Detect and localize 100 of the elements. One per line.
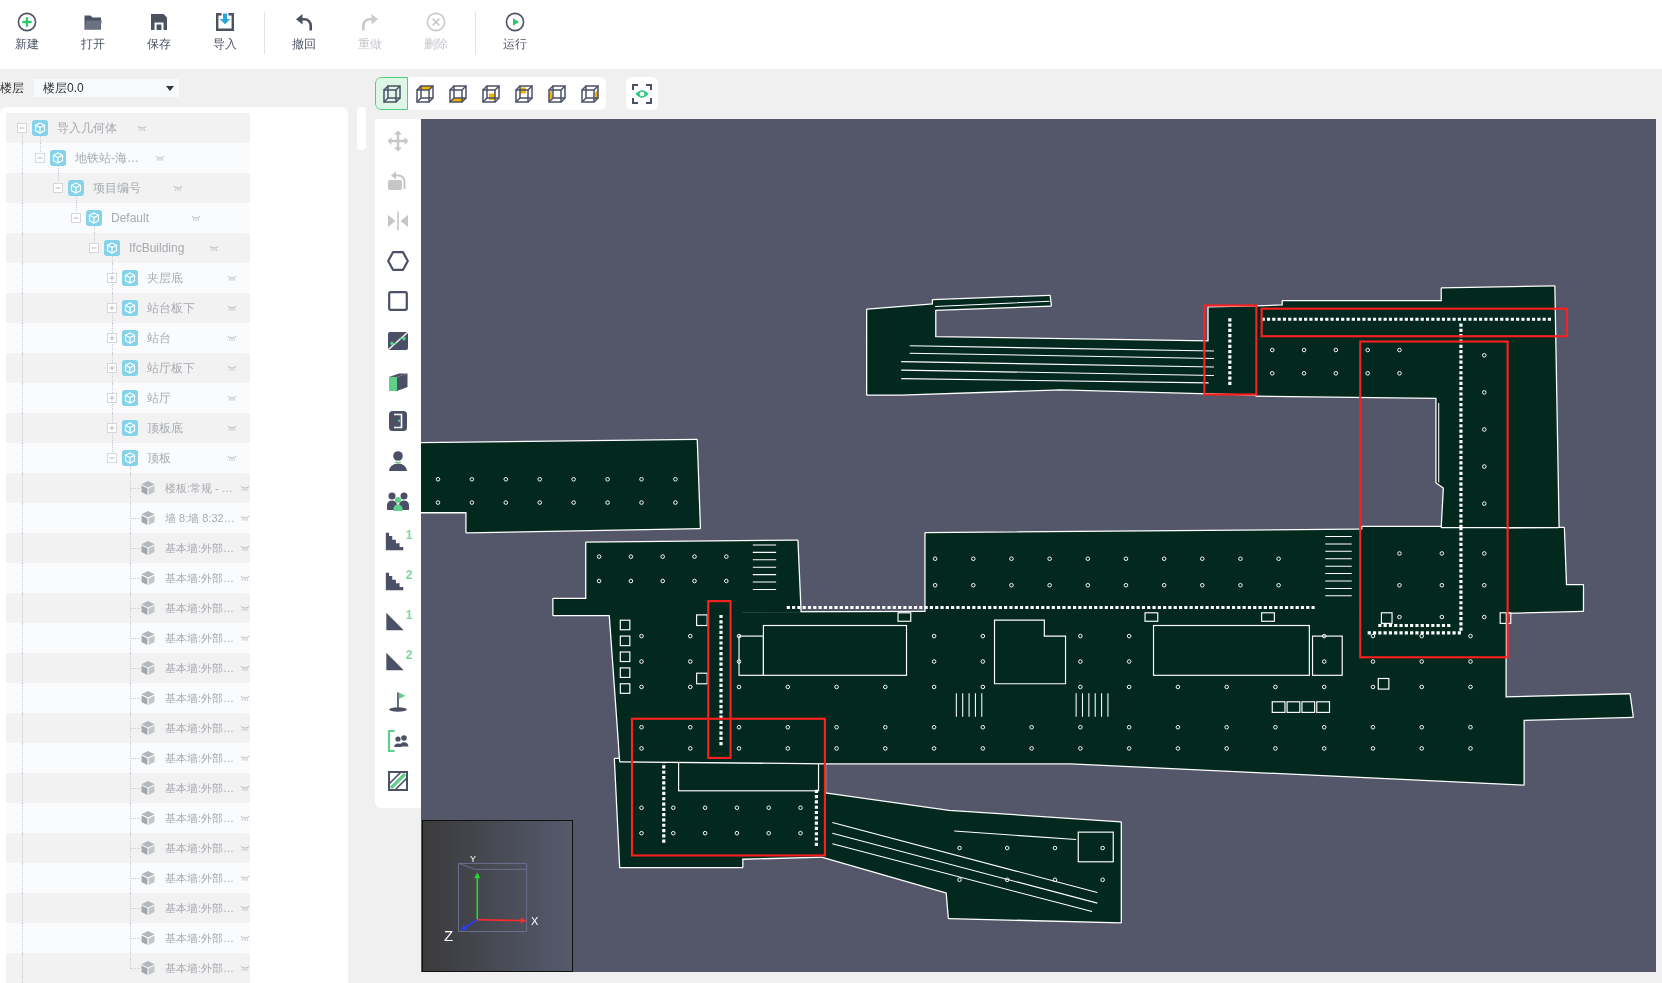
import-button[interactable]: 导入 [198,12,252,51]
closed-eye-icon[interactable] [227,395,237,401]
expand-toggle-icon[interactable] [107,333,117,343]
closed-eye-icon[interactable] [227,305,237,311]
closed-eye-icon[interactable] [240,755,250,761]
closed-eye-icon[interactable] [227,425,237,431]
expand-toggle-icon[interactable] [107,273,117,283]
tree-item-label[interactable]: 基本墙:外部… [165,929,237,947]
closed-eye-icon[interactable] [240,665,250,671]
hatched-square-icon [386,769,410,793]
expand-toggle-icon[interactable] [107,423,117,433]
closed-eye-icon[interactable] [155,155,165,161]
expand-toggle-icon[interactable] [107,303,117,313]
tree-item-label[interactable]: 顶板底 [147,419,224,437]
tree-item-label[interactable]: 基本墙:外部… [165,539,237,557]
tree-item-label[interactable]: 站台板下 [147,299,224,317]
tree-item-label[interactable]: 基本墙:外部… [165,899,237,917]
closed-eye-icon[interactable] [240,875,250,881]
3d-viewport[interactable]: X Y Z [421,119,1656,972]
ramp-tool-button[interactable]: 1 [380,609,416,633]
stairs-icon [383,570,406,592]
closed-eye-icon[interactable] [240,845,250,851]
tree-item-label[interactable]: 基本墙:外部… [165,839,237,857]
focus-view-button[interactable] [626,77,658,110]
hexagon-icon [386,249,410,273]
collapse-toggle-icon[interactable] [89,243,99,253]
closed-eye-icon[interactable] [240,635,250,641]
tree-item-label[interactable]: 基本墙:外部… [165,629,237,647]
cube-tile-icon [122,390,138,406]
cube-tile-icon [86,210,102,226]
closed-eye-icon[interactable] [209,245,219,251]
tree-item-label[interactable]: 基本墙:外部… [165,749,237,767]
collapse-toggle-icon[interactable] [53,183,63,193]
tree-item-label[interactable]: 基本墙:外部… [165,809,237,827]
tree-item-label[interactable]: Default [111,209,188,227]
closed-eye-icon[interactable] [240,695,250,701]
tree-item-label[interactable]: 导入几何体 [57,119,134,137]
tree-item-label[interactable]: 基本墙:外部… [165,869,237,887]
tree-item-label[interactable]: 楼板:常规 - … [165,479,237,497]
wireframe-cube-icon [479,82,502,105]
new-button[interactable]: 新建 [0,12,54,51]
expand-toggle-icon[interactable] [107,393,117,403]
undo-button[interactable]: 撤回 [277,12,331,51]
tree-item-label[interactable]: 基本墙:外部… [165,689,237,707]
stairs-tool-button[interactable]: 1 [380,529,416,553]
tree-item-label[interactable]: 站台 [147,329,224,347]
floor-select[interactable]: 楼层0.0 [34,79,179,97]
closed-eye-icon[interactable] [240,575,250,581]
closed-eye-icon[interactable] [227,365,237,371]
tree-item-label[interactable]: 地铁站-海… [75,149,152,167]
tree-item-label[interactable]: 项目编号 [93,179,170,197]
collapse-toggle-icon[interactable] [35,153,45,163]
closed-eye-icon[interactable] [240,545,250,551]
collapse-toggle-icon[interactable] [71,213,81,223]
stairs-tool-button[interactable]: 2 [380,569,416,593]
axis-label: X [531,916,539,927]
closed-eye-icon[interactable] [240,905,250,911]
closed-eye-icon[interactable] [240,785,250,791]
tree-item-label[interactable]: 基本墙:外部… [165,599,237,617]
cube-tile-icon [122,450,138,466]
expand-toggle-icon[interactable] [107,363,117,373]
closed-eye-icon[interactable] [240,815,250,821]
run-button[interactable]: 运行 [488,12,542,51]
ramp-tool-button[interactable]: 2 [380,649,416,673]
closed-eye-icon[interactable] [240,725,250,731]
tree-item-label[interactable]: 基本墙:外部… [165,719,237,737]
tree-item-label[interactable]: 站厅 [147,389,224,407]
closed-eye-icon[interactable] [227,455,237,461]
tree-item-label[interactable]: 基本墙:外部… [165,659,237,677]
axis-label: Y [470,855,476,864]
move-arrows-icon [386,129,410,153]
tree-item-label[interactable]: 基本墙:外部… [165,569,237,587]
gizmo-cube-drawing [458,862,528,932]
closed-eye-icon[interactable] [191,215,201,221]
collapse-toggle-icon[interactable] [107,453,117,463]
tree-item-label[interactable]: 基本墙:外部… [165,779,237,797]
right-triangle-icon [383,610,406,632]
closed-eye-icon[interactable] [240,965,250,971]
closed-eye-icon[interactable] [240,515,250,521]
closed-eye-icon[interactable] [240,605,250,611]
closed-eye-icon[interactable] [240,485,250,491]
tree-item-label[interactable]: 基本墙:外部… [165,959,237,977]
tree-item-label[interactable]: 夹层底 [147,269,224,287]
tree-item-label[interactable]: IfcBuilding [129,239,206,257]
perspective-view-button[interactable] [375,77,408,110]
floor-label: 楼层 [0,80,24,97]
save-button[interactable]: 保存 [132,12,186,51]
closed-eye-icon[interactable] [227,275,237,281]
tree-item-label[interactable]: 墙 8:墙 8:32… [165,509,237,527]
open-button[interactable]: 打开 [66,12,120,51]
tree-item-label[interactable]: 站厅板下 [147,359,224,377]
closed-eye-icon[interactable] [137,125,147,131]
closed-eye-icon[interactable] [227,335,237,341]
tree-item-label[interactable]: 顶板 [147,449,224,467]
closed-eye-icon[interactable] [173,185,183,191]
cube-icon [140,900,156,916]
cube-tile-icon [50,150,66,166]
cube-tile-icon [122,360,138,376]
collapse-toggle-icon[interactable] [17,123,27,133]
closed-eye-icon[interactable] [240,935,250,941]
